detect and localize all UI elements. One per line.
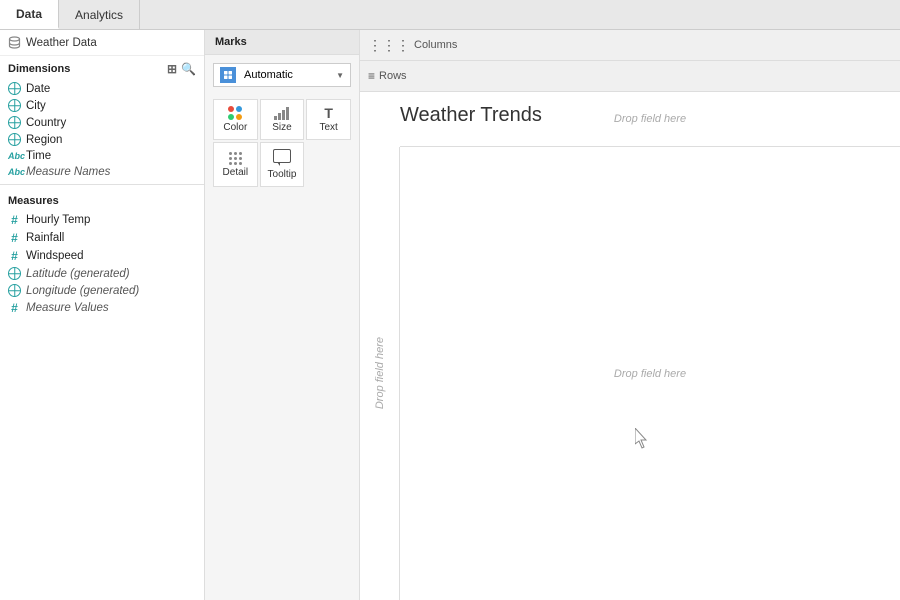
hash-icon-windspeed: # (8, 249, 21, 263)
globe-icon-longitude (8, 284, 21, 297)
automatic-icon (220, 67, 236, 83)
section-divider (0, 184, 204, 185)
data-source-row[interactable]: Weather Data (0, 30, 204, 56)
columns-icon: ⋮⋮⋮ (368, 37, 410, 54)
hash-icon-rainfall: # (8, 231, 21, 245)
tab-analytics[interactable]: Analytics (59, 0, 140, 29)
dimensions-header: Dimensions ⊞ 🔍 (0, 56, 204, 80)
marks-size-button[interactable]: Size (260, 99, 305, 140)
marks-color-button[interactable]: Color (213, 99, 258, 140)
drop-text-top: Drop field here (614, 113, 686, 125)
measures-list: # Hourly Temp # Rainfall # Windspeed Lat… (0, 211, 204, 317)
rows-shelf: ≡ Rows (360, 61, 900, 92)
drop-zone-main[interactable]: Drop field here (400, 147, 900, 600)
chart-area: Weather Trends Drop field here Drop fiel… (360, 92, 900, 600)
globe-icon-date (8, 82, 21, 95)
dim-item-city[interactable]: City (0, 97, 204, 114)
globe-icon-city (8, 99, 21, 112)
measure-item-windspeed[interactable]: # Windspeed (0, 247, 204, 265)
marks-text-button[interactable]: T Text (306, 99, 351, 140)
measure-item-hourly-temp[interactable]: # Hourly Temp (0, 211, 204, 229)
measure-item-rainfall[interactable]: # Rainfall (0, 229, 204, 247)
measure-item-latitude[interactable]: Latitude (generated) (0, 265, 204, 282)
measures-header: Measures (0, 189, 204, 211)
marks-panel: Marks Automatic ▼ (205, 30, 360, 600)
rows-label: ≡ Rows (368, 69, 428, 83)
drop-text-main: Drop field here (614, 368, 686, 380)
marks-buttons-grid: Color Size T Text (205, 95, 359, 191)
rows-drop-area[interactable] (434, 65, 892, 87)
globe-icon-latitude (8, 267, 21, 280)
color-icon (228, 106, 242, 120)
tooltip-icon (273, 149, 291, 167)
grid-icon[interactable]: ⊞ (167, 62, 177, 76)
marks-title: Marks (205, 30, 359, 55)
dimensions-list: Date City Country Region Abc Time Abc Me… (0, 80, 204, 180)
main-layout: Weather Data Dimensions ⊞ 🔍 Date City Co… (0, 30, 900, 600)
dropdown-chevron: ▼ (336, 71, 344, 80)
dimensions-header-icons: ⊞ 🔍 (167, 62, 196, 76)
columns-shelf: ⋮⋮⋮ Columns (360, 30, 900, 61)
abc-icon-time: Abc (8, 151, 21, 161)
database-icon (8, 36, 21, 49)
marks-type-dropdown[interactable]: Automatic ▼ (213, 63, 351, 87)
abc-icon-measure-names: Abc (8, 167, 21, 177)
chart-canvas: Weather Trends Drop field here Drop fiel… (360, 92, 900, 600)
text-icon: T (324, 106, 333, 120)
hash-icon-measure-values: # (8, 301, 21, 315)
dim-item-country[interactable]: Country (0, 114, 204, 131)
measure-item-longitude[interactable]: Longitude (generated) (0, 282, 204, 299)
columns-label: ⋮⋮⋮ Columns (368, 37, 457, 54)
columns-drop-area[interactable] (463, 34, 892, 56)
marks-detail-button[interactable]: Detail (213, 142, 258, 187)
tab-bar: Data Analytics (0, 0, 900, 30)
size-icon (274, 107, 289, 120)
chart-title: Weather Trends (400, 104, 542, 127)
tab-data[interactable]: Data (0, 0, 59, 29)
detail-icon (229, 152, 242, 165)
globe-icon-region (8, 133, 21, 146)
hash-icon-hourly-temp: # (8, 213, 21, 227)
canvas-panel: ⋮⋮⋮ Columns ≡ Rows Weather Trends Drop f… (360, 30, 900, 600)
measure-item-measure-values[interactable]: # Measure Values (0, 299, 204, 317)
drop-text-left: Drop field here (374, 337, 386, 409)
drop-zone-left[interactable]: Drop field here (360, 147, 400, 600)
chart-body: Drop field here Drop field here (360, 147, 900, 600)
search-icon[interactable]: 🔍 (181, 62, 196, 76)
globe-icon-country (8, 116, 21, 129)
rows-icon: ≡ (368, 69, 375, 83)
dim-item-region[interactable]: Region (0, 131, 204, 148)
dim-item-time[interactable]: Abc Time (0, 148, 204, 164)
marks-tooltip-button[interactable]: Tooltip (260, 142, 305, 187)
left-panel: Weather Data Dimensions ⊞ 🔍 Date City Co… (0, 30, 205, 600)
data-source-name: Weather Data (26, 37, 97, 49)
dim-item-measure-names[interactable]: Abc Measure Names (0, 164, 204, 180)
dim-item-date[interactable]: Date (0, 80, 204, 97)
